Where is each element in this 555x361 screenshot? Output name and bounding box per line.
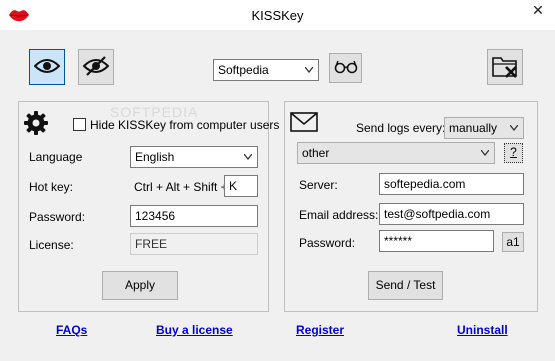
chevron-down-icon: [305, 67, 313, 73]
clear-logs-button[interactable]: [487, 49, 523, 85]
license-label: License:: [29, 238, 74, 252]
faqs-link[interactable]: FAQs: [56, 323, 87, 337]
license-field: FREE: [130, 233, 258, 255]
language-select-value: English: [135, 150, 175, 164]
password-label: Password:: [29, 210, 86, 224]
send-logs-select[interactable]: manually: [444, 117, 524, 139]
hide-app-checkbox[interactable]: [73, 118, 86, 131]
hide-logs-button[interactable]: [78, 49, 114, 85]
register-link[interactable]: Register: [296, 323, 344, 337]
gear-icon: [23, 110, 49, 139]
close-button[interactable]: ✕: [523, 0, 553, 22]
hotkey-label: Hot key:: [29, 180, 74, 194]
send-logs-value: manually: [449, 121, 498, 135]
reveal-password-button[interactable]: a1: [502, 232, 524, 252]
chevron-down-icon: [481, 150, 489, 156]
eye-slash-icon: [82, 55, 110, 79]
server-label: Server:: [299, 178, 338, 192]
help-button[interactable]: ?: [504, 143, 523, 163]
preview-button[interactable]: [329, 53, 362, 83]
folder-delete-icon: [491, 53, 519, 82]
email-password-label: Password:: [299, 236, 356, 250]
hotkey-modifiers: Ctrl + Alt + Shift +: [134, 180, 228, 194]
profile-select[interactable]: Softpedia: [213, 59, 319, 81]
server-input[interactable]: softepedia.com: [379, 173, 524, 195]
language-select[interactable]: English: [130, 146, 258, 168]
email-password-input[interactable]: ******: [379, 230, 494, 252]
apply-button[interactable]: Apply: [102, 271, 178, 300]
close-icon: ✕: [532, 2, 544, 18]
chevron-down-icon: [510, 125, 518, 131]
profile-select-value: Softpedia: [218, 63, 269, 77]
envelope-icon: [290, 112, 318, 135]
chevron-down-icon: [244, 154, 252, 160]
buy-license-link[interactable]: Buy a license: [156, 323, 233, 337]
provider-select[interactable]: other: [297, 142, 495, 164]
send-test-button[interactable]: Send / Test: [368, 271, 443, 300]
uninstall-link[interactable]: Uninstall: [457, 323, 508, 337]
hotkey-key-input[interactable]: K: [224, 175, 258, 197]
hide-app-label: Hide KISSKey from computer users: [90, 118, 280, 132]
provider-select-value: other: [302, 146, 330, 160]
email-address-input[interactable]: test@softpedia.com: [379, 203, 524, 225]
email-address-label: Email address:: [299, 208, 379, 222]
window-title: KISSKey: [251, 8, 304, 23]
title-bar: KISSKey ✕: [0, 0, 555, 30]
show-logs-button[interactable]: [29, 49, 65, 85]
eye-icon: [33, 58, 61, 77]
kisskey-window: KISSKey ✕ Softpedia SOFTPEDIA Hide KISSK…: [0, 0, 555, 361]
password-input[interactable]: 123456: [130, 205, 258, 227]
glasses-icon: [334, 60, 358, 77]
send-logs-label: Send logs every:: [356, 121, 446, 135]
language-label: Language: [29, 150, 83, 164]
